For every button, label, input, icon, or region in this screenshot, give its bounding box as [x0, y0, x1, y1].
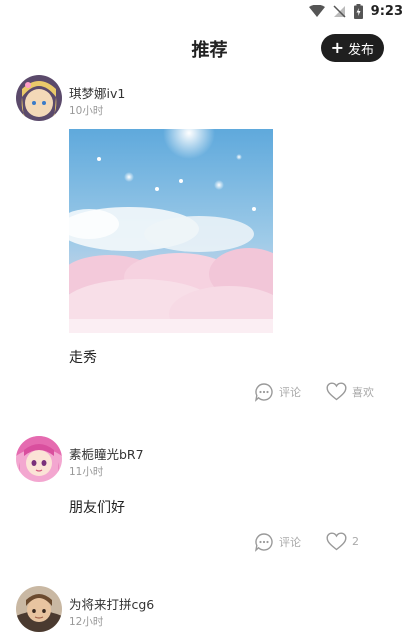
comment-button[interactable]: 评论	[254, 382, 301, 402]
heart-icon	[326, 532, 347, 551]
battery-charging-icon	[353, 4, 363, 19]
status-bar: 9:23	[0, 0, 419, 26]
post-image[interactable]	[69, 129, 273, 333]
header: 推荐 + 发布	[0, 28, 419, 68]
like-button[interactable]: 喜欢	[326, 382, 374, 401]
comment-icon	[254, 533, 273, 552]
avatar[interactable]	[16, 586, 62, 632]
comment-label: 评论	[279, 386, 301, 399]
like-button[interactable]: 2	[326, 532, 359, 551]
username[interactable]: 素栀瞳光bR7	[69, 444, 144, 463]
post-text: 走秀	[69, 350, 97, 366]
username[interactable]: 为将来打拼cg6	[69, 594, 154, 613]
comment-label: 评论	[279, 536, 301, 549]
avatar[interactable]	[16, 75, 62, 121]
comment-icon	[254, 383, 273, 402]
like-label: 喜欢	[352, 385, 374, 399]
no-signal-icon	[333, 5, 346, 18]
username[interactable]: 琪梦娜iv1	[69, 83, 125, 102]
status-time: 9:23	[370, 4, 403, 19]
publish-button[interactable]: + 发布	[320, 34, 384, 62]
wifi-icon	[308, 5, 325, 17]
post-time: 12小时	[69, 616, 104, 628]
post-time: 10小时	[69, 105, 104, 117]
avatar[interactable]	[16, 436, 62, 482]
comment-button[interactable]: 评论	[254, 532, 301, 552]
heart-icon	[326, 382, 347, 401]
post-text: 朋友们好	[69, 500, 125, 516]
publish-label: 发布	[347, 42, 374, 58]
status-icons: 9:23	[308, 4, 403, 19]
like-count: 2	[352, 535, 359, 548]
post-time: 11小时	[69, 466, 104, 478]
plus-icon: +	[330, 38, 344, 57]
